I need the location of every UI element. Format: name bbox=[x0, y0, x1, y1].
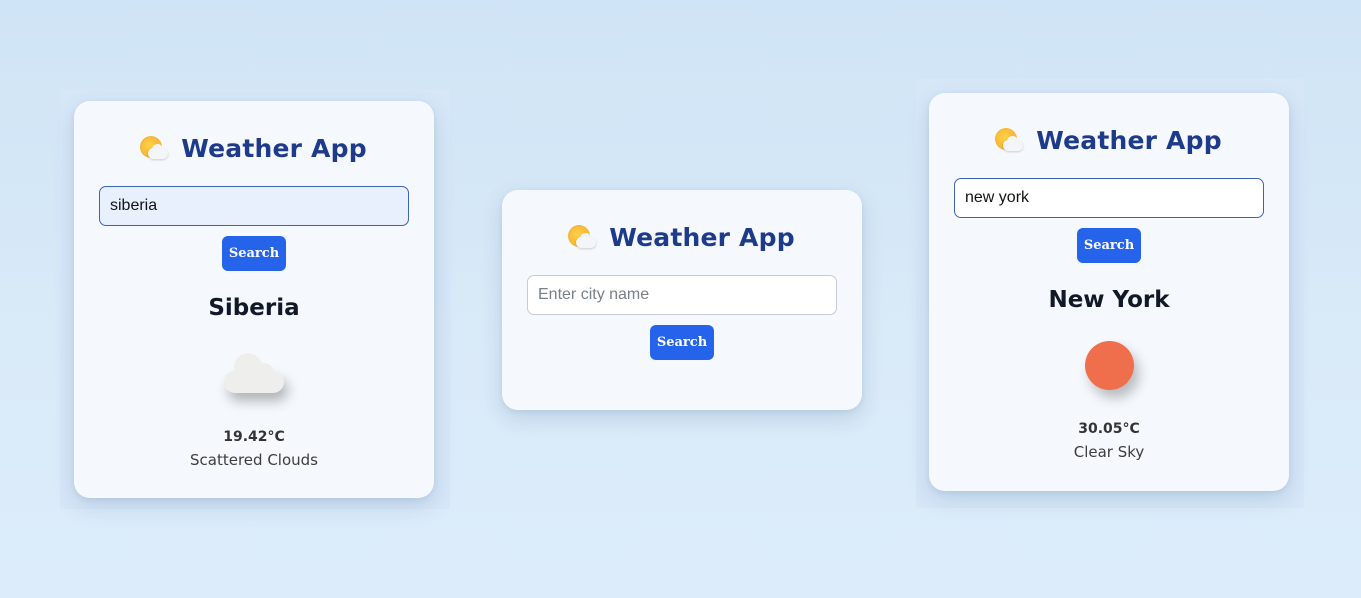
city-name: New York bbox=[1048, 287, 1170, 313]
sun-behind-cloud-icon bbox=[569, 225, 597, 251]
weather-card-siberia: Weather App Search Siberia 19.42°C Scatt… bbox=[74, 101, 434, 498]
temperature: 30.05°C bbox=[1078, 421, 1140, 437]
city-search-input[interactable] bbox=[527, 275, 837, 315]
sun-icon bbox=[1085, 341, 1134, 390]
city-search-input[interactable] bbox=[954, 178, 1264, 218]
weather-card-new-york: Weather App Search New York 30.05°C Clea… bbox=[929, 93, 1289, 491]
city-search-input[interactable] bbox=[99, 186, 409, 226]
card-header: Weather App bbox=[74, 134, 434, 163]
cloud-icon bbox=[224, 351, 286, 393]
weather-description: Scattered Clouds bbox=[190, 451, 318, 469]
app-title: Weather App bbox=[181, 134, 367, 163]
app-title: Weather App bbox=[1036, 126, 1222, 155]
card-header: Weather App bbox=[502, 223, 862, 252]
sun-behind-cloud-icon bbox=[996, 128, 1024, 154]
temperature: 19.42°C bbox=[223, 429, 285, 445]
weather-description: Clear Sky bbox=[1073, 443, 1145, 461]
search-button[interactable]: Search bbox=[1077, 228, 1141, 263]
search-button[interactable]: Search bbox=[650, 325, 714, 360]
weather-card-empty: Weather App Search bbox=[502, 190, 862, 410]
app-title: Weather App bbox=[609, 223, 795, 252]
city-name: Siberia bbox=[208, 295, 300, 321]
search-button[interactable]: Search bbox=[222, 236, 286, 271]
card-header: Weather App bbox=[929, 126, 1289, 155]
sun-behind-cloud-icon bbox=[141, 136, 169, 162]
